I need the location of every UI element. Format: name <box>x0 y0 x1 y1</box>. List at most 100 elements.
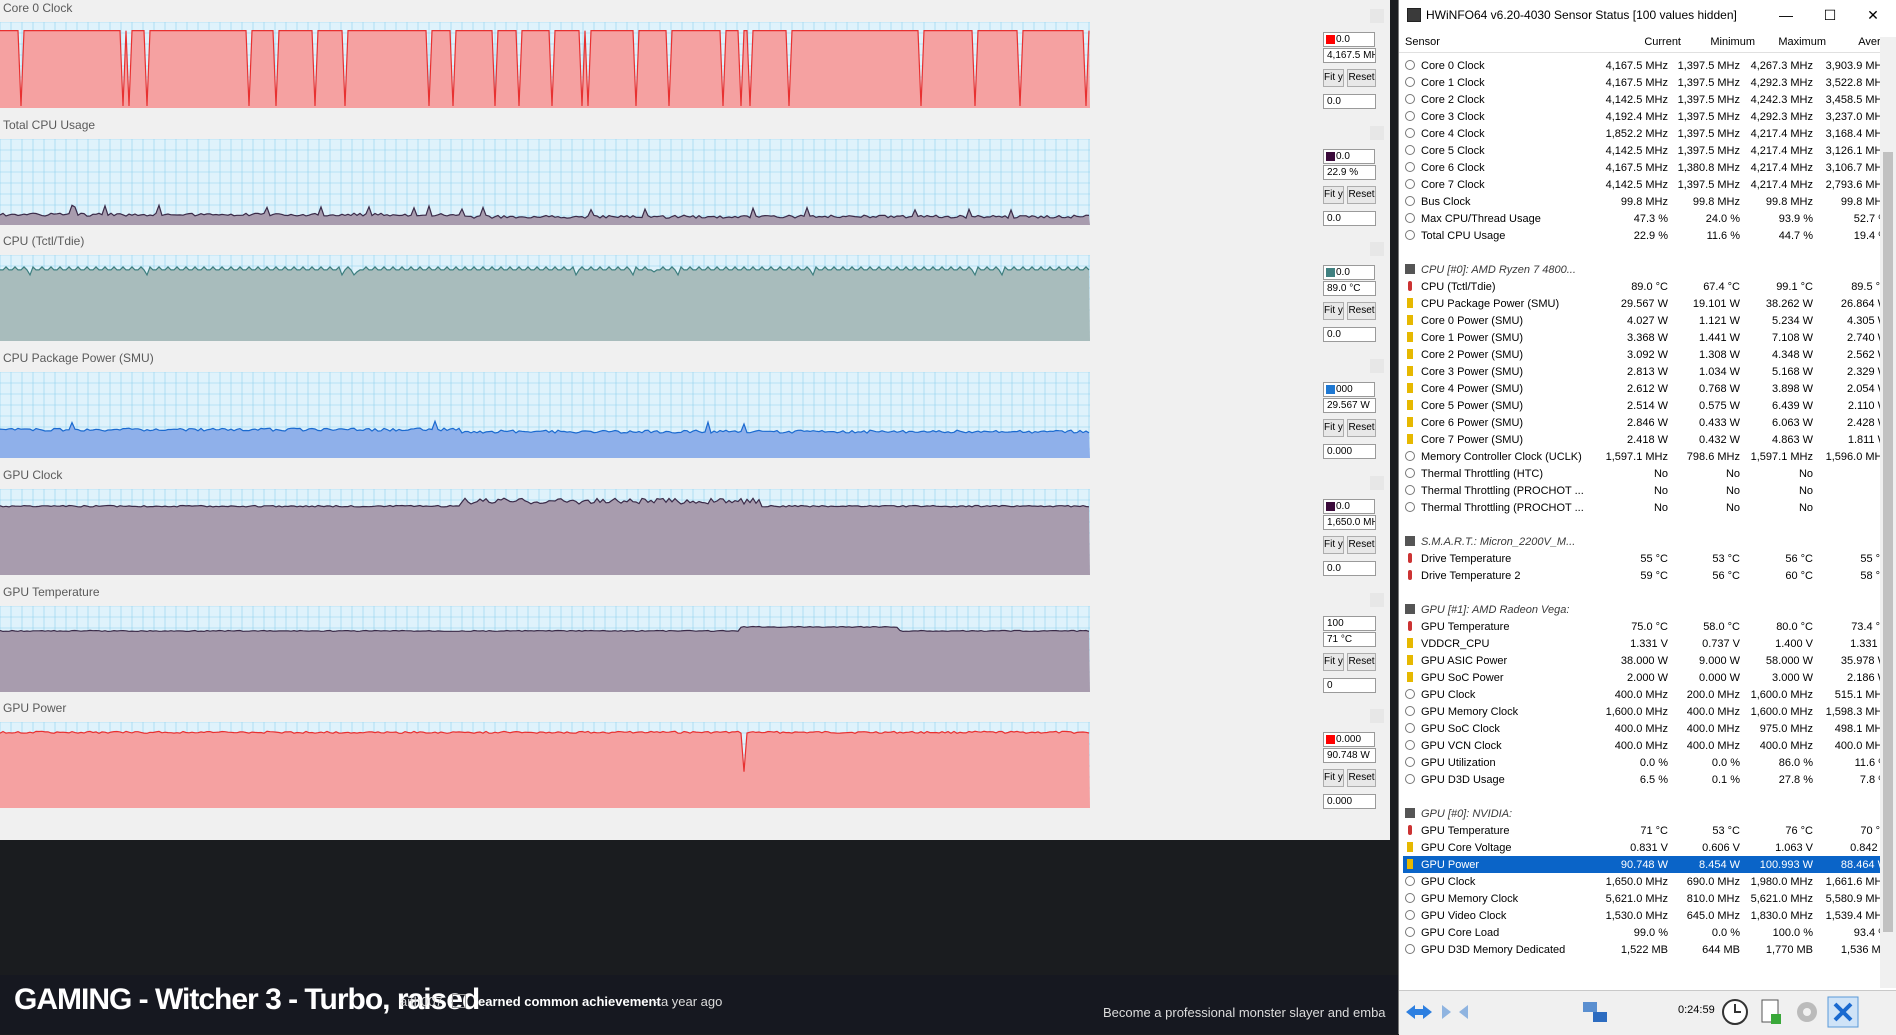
sensor-row[interactable]: Core 2 Clock 4,142.5 MHz 1,397.5 MHz 4,2… <box>1403 91 1892 108</box>
column-header-maximum[interactable]: Maximum <box>1754 36 1826 48</box>
sensor-group-row[interactable]: CPU [#0]: AMD Ryzen 7 4800... <box>1403 261 1892 278</box>
sensor-row[interactable]: Core 1 Power (SMU) 3.368 W 1.441 W 7.108… <box>1403 329 1892 346</box>
reset-button[interactable]: Reset <box>1347 69 1376 87</box>
network-icon[interactable] <box>1579 996 1611 1028</box>
min-value-box[interactable]: 0.0 <box>1323 327 1376 342</box>
sensor-row[interactable]: GPU Utilization 0.0 % 0.0 % 86.0 % 11.6 … <box>1403 754 1892 771</box>
fit-y-button[interactable]: Fit y <box>1323 536 1344 554</box>
sensor-row[interactable]: GPU Power 90.748 W 8.454 W 100.993 W 88.… <box>1403 856 1892 873</box>
sensor-row[interactable]: GPU Clock 400.0 MHz 200.0 MHz 1,600.0 MH… <box>1403 686 1892 703</box>
minimize-button[interactable]: — <box>1775 5 1797 25</box>
sensor-row[interactable]: Thermal Throttling (PROCHOT ... No No No <box>1403 499 1892 516</box>
color-swatch[interactable] <box>1326 35 1335 44</box>
sensor-row[interactable]: GPU SoC Clock 400.0 MHz 400.0 MHz 975.0 … <box>1403 720 1892 737</box>
graph-close-icon[interactable] <box>1370 709 1384 723</box>
fit-y-button[interactable]: Fit y <box>1323 419 1344 437</box>
min-value-box[interactable]: 0.0 <box>1323 561 1376 576</box>
sensor-row[interactable] <box>1403 516 1892 533</box>
sensor-row[interactable]: Core 3 Clock 4,192.4 MHz 1,397.5 MHz 4,2… <box>1403 108 1892 125</box>
color-swatch[interactable] <box>1326 385 1335 394</box>
sensor-row[interactable]: GPU Temperature 71 °C 53 °C 76 °C 70 °C <box>1403 822 1892 839</box>
sensor-row[interactable]: GPU Memory Clock 5,621.0 MHz 810.0 MHz 5… <box>1403 890 1892 907</box>
graph-close-icon[interactable] <box>1370 593 1384 607</box>
collapse-arrows-icon[interactable] <box>1439 996 1471 1028</box>
sensor-row[interactable]: Core 7 Power (SMU) 2.418 W 0.432 W 4.863… <box>1403 431 1892 448</box>
graph-close-icon[interactable] <box>1370 476 1384 490</box>
maximize-button[interactable]: ☐ <box>1819 5 1841 25</box>
expand-arrows-icon[interactable] <box>1403 996 1435 1028</box>
graph-close-icon[interactable] <box>1370 359 1384 373</box>
sensor-row[interactable]: GPU Clock 1,650.0 MHz 690.0 MHz 1,980.0 … <box>1403 873 1892 890</box>
close-sensors-icon[interactable] <box>1827 996 1859 1028</box>
reset-button[interactable]: Reset <box>1347 302 1376 320</box>
color-value-box[interactable]: 000 <box>1323 382 1375 397</box>
sensor-row[interactable]: Core 7 Clock 4,142.5 MHz 1,397.5 MHz 4,2… <box>1403 176 1892 193</box>
close-button[interactable]: ✕ <box>1862 5 1884 25</box>
sensor-row[interactable]: Total CPU Usage 22.9 % 11.6 % 44.7 % 19.… <box>1403 227 1892 244</box>
color-swatch[interactable] <box>1326 735 1335 744</box>
fit-y-button[interactable]: Fit y <box>1323 302 1344 320</box>
color-value-box[interactable]: 0.0 <box>1323 32 1375 47</box>
sensor-row[interactable]: Thermal Throttling (PROCHOT ... No No No <box>1403 482 1892 499</box>
min-value-box[interactable]: 0.0 <box>1323 211 1376 226</box>
sensor-row[interactable]: Max CPU/Thread Usage 47.3 % 24.0 % 93.9 … <box>1403 210 1892 227</box>
min-value-box[interactable]: 0.000 <box>1323 444 1376 459</box>
sensor-row[interactable] <box>1403 584 1892 601</box>
fit-y-button[interactable]: Fit y <box>1323 653 1344 671</box>
reset-button[interactable]: Reset <box>1347 653 1376 671</box>
graph-close-icon[interactable] <box>1370 9 1384 23</box>
sensor-row[interactable]: Core 2 Power (SMU) 3.092 W 1.308 W 4.348… <box>1403 346 1892 363</box>
sensor-row[interactable]: Core 5 Clock 4,142.5 MHz 1,397.5 MHz 4,2… <box>1403 142 1892 159</box>
sensor-row[interactable]: Memory Controller Clock (UCLK) 1,597.1 M… <box>1403 448 1892 465</box>
color-value-box[interactable]: 0.0 <box>1323 499 1375 514</box>
column-header-sensor[interactable]: Sensor <box>1405 36 1440 48</box>
graph-close-icon[interactable] <box>1370 242 1384 256</box>
scrollbar-thumb[interactable] <box>1883 152 1893 932</box>
top-value-box[interactable]: 100 <box>1323 616 1376 631</box>
reset-button[interactable]: Reset <box>1347 536 1376 554</box>
sensor-row[interactable]: GPU Video Clock 1,530.0 MHz 645.0 MHz 1,… <box>1403 907 1892 924</box>
sensor-row[interactable]: GPU VCN Clock 400.0 MHz 400.0 MHz 400.0 … <box>1403 737 1892 754</box>
sensor-row[interactable]: GPU Core Voltage 0.831 V 0.606 V 1.063 V… <box>1403 839 1892 856</box>
fit-y-button[interactable]: Fit y <box>1323 69 1344 87</box>
sensor-row[interactable]: Thermal Throttling (HTC) No No No <box>1403 465 1892 482</box>
min-value-box[interactable]: 0.000 <box>1323 794 1376 809</box>
column-header-current[interactable]: Current <box>1611 36 1681 48</box>
reset-button[interactable]: Reset <box>1347 419 1376 437</box>
sensor-row[interactable]: Core 5 Power (SMU) 2.514 W 0.575 W 6.439… <box>1403 397 1892 414</box>
sensor-row[interactable]: CPU (Tctl/Tdie) 89.0 °C 67.4 °C 99.1 °C … <box>1403 278 1892 295</box>
sensor-row[interactable]: Core 4 Power (SMU) 2.612 W 0.768 W 3.898… <box>1403 380 1892 397</box>
sensor-row[interactable]: Core 1 Clock 4,167.5 MHz 1,397.5 MHz 4,2… <box>1403 74 1892 91</box>
sensor-row[interactable]: Core 0 Power (SMU) 4.027 W 1.121 W 5.234… <box>1403 312 1892 329</box>
color-value-box[interactable]: 0.0 <box>1323 265 1375 280</box>
sensor-group-row[interactable]: GPU [#1]: AMD Radeon Vega: <box>1403 601 1892 618</box>
color-swatch[interactable] <box>1326 152 1335 161</box>
hwinfo-titlebar[interactable]: HWiNFO64 v6.20-4030 Sensor Status [100 v… <box>1399 0 1896 30</box>
sensor-row[interactable]: GPU D3D Usage 6.5 % 0.1 % 27.8 % 7.8 % <box>1403 771 1892 788</box>
settings-icon[interactable] <box>1791 996 1823 1028</box>
sensor-row[interactable]: GPU D3D Memory Dedicated 1,522 MB 644 MB… <box>1403 941 1892 958</box>
sensor-row[interactable]: Drive Temperature 2 59 °C 56 °C 60 °C 58… <box>1403 567 1892 584</box>
sensor-row[interactable]: Core 4 Clock 1,852.2 MHz 1,397.5 MHz 4,2… <box>1403 125 1892 142</box>
sensor-row[interactable]: Core 3 Power (SMU) 2.813 W 1.034 W 5.168… <box>1403 363 1892 380</box>
color-swatch[interactable] <box>1326 502 1335 511</box>
reset-button[interactable]: Reset <box>1347 769 1376 787</box>
color-value-box[interactable]: 0.0 <box>1323 149 1375 164</box>
sensor-group-row[interactable]: S.M.A.R.T.: Micron_2200V_M... <box>1403 533 1892 550</box>
sensor-row[interactable]: Core 0 Clock 4,167.5 MHz 1,397.5 MHz 4,2… <box>1403 57 1892 74</box>
min-value-box[interactable]: 0.0 <box>1323 94 1376 109</box>
sensor-row[interactable]: Bus Clock 99.8 MHz 99.8 MHz 99.8 MHz 99.… <box>1403 193 1892 210</box>
clock-icon[interactable] <box>1719 996 1751 1028</box>
sensor-row[interactable]: Core 6 Power (SMU) 2.846 W 0.433 W 6.063… <box>1403 414 1892 431</box>
fit-y-button[interactable]: Fit y <box>1323 186 1344 204</box>
sensor-row[interactable] <box>1403 244 1892 261</box>
sensor-row[interactable]: GPU Temperature 75.0 °C 58.0 °C 80.0 °C … <box>1403 618 1892 635</box>
color-value-box[interactable]: 0.000 <box>1323 732 1375 747</box>
sensor-row[interactable]: Core 6 Clock 4,167.5 MHz 1,380.8 MHz 4,2… <box>1403 159 1892 176</box>
vertical-scrollbar[interactable] <box>1880 37 1896 988</box>
sensor-group-row[interactable]: GPU [#0]: NVIDIA: <box>1403 805 1892 822</box>
fit-y-button[interactable]: Fit y <box>1323 769 1344 787</box>
sensor-row[interactable] <box>1403 788 1892 805</box>
reset-button[interactable]: Reset <box>1347 186 1376 204</box>
column-header-minimum[interactable]: Minimum <box>1685 36 1755 48</box>
